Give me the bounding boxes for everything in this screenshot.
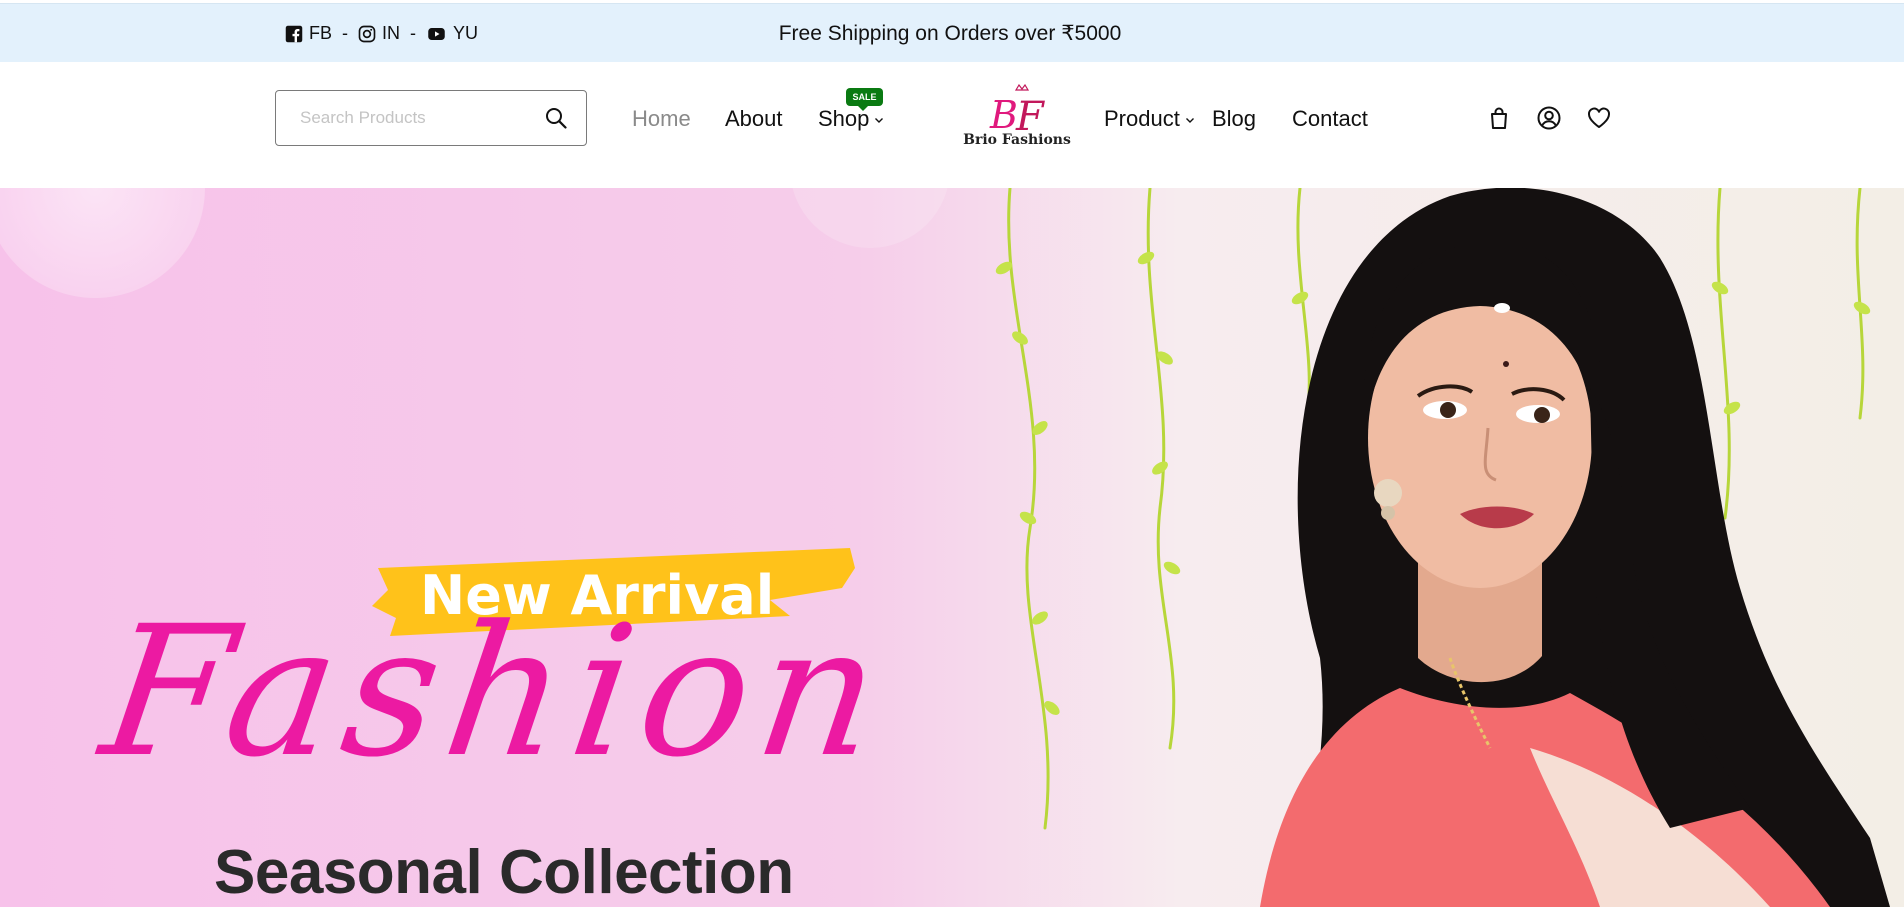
youtube-icon[interactable] [426,25,447,43]
brand-logo-mark: B F [989,84,1045,136]
heart-icon[interactable] [1586,105,1612,131]
nav-home[interactable]: Home [632,106,691,132]
bag-icon[interactable] [1486,105,1512,131]
nav-shop[interactable]: Shop [818,106,884,132]
chevron-down-icon [875,118,884,124]
site-logo[interactable]: B F Brio Fashions [962,84,1072,154]
top-announcement-bar: FB - IN - YU Free Shipping on Orders ove… [0,3,1904,62]
svg-text:B: B [989,93,1018,136]
search-input[interactable] [300,91,530,144]
nav-product[interactable]: Product [1104,106,1195,132]
social-links: FB - IN - YU [285,4,480,63]
instagram-icon[interactable] [358,25,376,43]
nav-about[interactable]: About [725,106,783,132]
svg-text:F: F [1015,94,1045,136]
facebook-link[interactable]: FB [309,23,332,44]
facebook-icon[interactable] [285,25,303,43]
hero-subheadline: Seasonal Collection [214,838,794,907]
announcement-text: Free Shipping on Orders over ₹5000 [778,22,1122,45]
account-icon[interactable] [1536,105,1562,131]
search-icon[interactable] [544,106,568,130]
nav-product-label: Product [1104,106,1180,131]
hero-headline: Fashion [91,588,901,797]
sale-badge: SALE [846,88,883,111]
youtube-link[interactable]: YU [453,23,478,44]
instagram-link[interactable]: IN [382,23,400,44]
brand-name: Brio Fashions [963,132,1071,148]
social-separator: - [342,23,349,43]
search-box [275,90,587,146]
model-photo [1260,188,1890,907]
social-separator: - [410,23,417,43]
nav-contact[interactable]: Contact [1292,106,1368,132]
nav-blog[interactable]: Blog [1212,106,1256,132]
hero-banner[interactable]: New Arrival Fashion Seasonal Collection [0,188,1904,907]
chevron-down-icon [1185,118,1194,124]
site-header: Home About Shop SALE B F Brio Fashions P… [0,62,1904,188]
